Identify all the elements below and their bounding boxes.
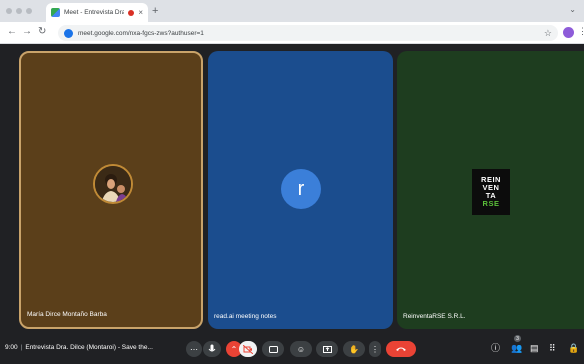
profile-avatar[interactable] — [563, 27, 574, 38]
emoji-reaction-icon[interactable]: ☺ — [290, 341, 312, 357]
leave-call-button[interactable] — [386, 341, 416, 357]
participant-letter-avatar: r — [281, 169, 321, 209]
reinventarse-logo: REIN VEN TA RSE — [472, 169, 510, 215]
browser-tab-strip: Meet - Entrevista Dra. D × + ⌄ — [0, 0, 584, 22]
star-icon[interactable]: ☆ — [544, 28, 552, 39]
info-icon[interactable]: ⓘ — [491, 343, 500, 353]
meet-favicon-icon — [51, 8, 60, 17]
more-vert-icon[interactable]: ⋮ — [578, 26, 584, 37]
address-bar-row: ← → ↻ meet.google.com/nxa-fgcs-zws?authu… — [0, 22, 584, 44]
captions-icon[interactable] — [262, 341, 284, 357]
camera-off-icon[interactable] — [239, 341, 257, 357]
people-icon[interactable]: 👥 — [511, 343, 522, 353]
reload-icon[interactable]: ↻ — [38, 26, 46, 38]
participant-photo-avatar — [93, 164, 133, 204]
participant-count-badge: 3 — [514, 335, 521, 342]
site-info-icon[interactable] — [64, 28, 73, 38]
meeting-controls-bar: 9:00 | Entrevista Dra. Dilce (Montaroi) - … — [0, 334, 584, 364]
participant-tile-reinventarse[interactable]: REIN VEN TA RSE ReinventaRSE S.R.L. — [397, 51, 584, 329]
address-input[interactable]: meet.google.com/nxa-fgcs-zws?authuser=1 … — [58, 25, 558, 41]
new-tab-icon[interactable]: + — [152, 4, 158, 18]
participant-name: María Dirce Montaño Barba — [27, 311, 107, 318]
window-controls[interactable] — [6, 8, 32, 14]
recording-icon — [128, 9, 135, 16]
meeting-time: 9:00 — [5, 344, 18, 351]
meeting-info: 9:00 | Entrevista Dra. Dilce (Montaroi) - … — [5, 344, 153, 351]
separator: | — [20, 344, 23, 351]
more-options-icon[interactable]: ⋮ — [369, 341, 381, 357]
participant-tile-maria[interactable]: María Dirce Montaño Barba — [19, 51, 203, 329]
chat-icon[interactable]: ▤ — [530, 343, 539, 353]
back-arrow-icon[interactable]: ← — [7, 26, 17, 38]
raise-hand-icon[interactable]: ✋ — [343, 341, 365, 357]
present-screen-icon[interactable] — [316, 341, 338, 357]
tab-title: Meet - Entrevista Dra. D — [64, 9, 125, 16]
activities-icon[interactable]: ⠿ — [549, 343, 556, 353]
participant-name: read.ai meeting notes — [214, 313, 277, 320]
close-tab-icon[interactable]: × — [138, 8, 143, 17]
more-audio-options-icon[interactable]: ⋯ — [186, 341, 202, 357]
meeting-title: Entrevista Dra. Dilce (Montaroi) - Save … — [25, 344, 153, 351]
meeting-stage: María Dirce Montaño Barba r read.ai meet… — [0, 44, 584, 334]
chevron-down-icon[interactable]: ⌄ — [569, 5, 576, 14]
logo-line: RSE — [482, 199, 500, 208]
microphone-icon[interactable] — [203, 341, 221, 357]
forward-arrow-icon[interactable]: → — [22, 26, 32, 38]
participant-tile-readai[interactable]: r read.ai meeting notes — [208, 51, 393, 329]
browser-tab[interactable]: Meet - Entrevista Dra. D × — [46, 3, 148, 22]
participant-name: ReinventaRSE S.R.L. — [403, 313, 466, 320]
host-controls-icon[interactable]: 🔒 — [568, 343, 579, 353]
url-text: meet.google.com/nxa-fgcs-zws?authuser=1 — [78, 29, 204, 37]
